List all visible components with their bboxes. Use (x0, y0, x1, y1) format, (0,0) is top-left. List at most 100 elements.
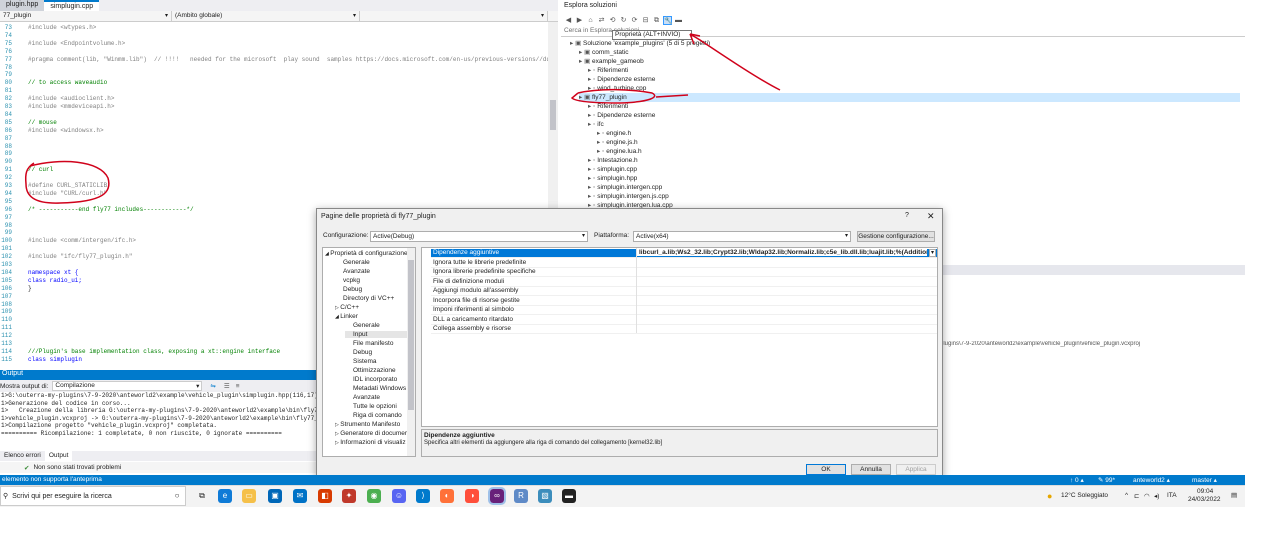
show-all-files-icon[interactable]: ⧉ (652, 16, 661, 25)
dialog-tree-item[interactable]: Ottimizzazione (345, 367, 409, 374)
dialog-tree-item[interactable]: Generale (345, 322, 409, 329)
configuration-manager-button[interactable]: Gestione configurazione... (857, 231, 935, 242)
solution-tree-item[interactable]: ▸ ◦ engine.lua.h (597, 147, 1240, 156)
scope-dropdown[interactable]: (Ambito globale) ▾ (172, 11, 360, 22)
vscode-icon[interactable]: ⟩ (416, 489, 430, 503)
edge-icon[interactable]: e (218, 489, 232, 503)
repo-indicator[interactable]: anteworld2 ▴ (1133, 476, 1170, 484)
property-row[interactable]: DLL a caricamento ritardato (431, 316, 937, 325)
preview-icon[interactable]: ▬ (674, 16, 683, 25)
switch-view-icon[interactable]: ⇄ (597, 16, 606, 25)
clear-icon[interactable]: ☰ (224, 382, 230, 390)
mail-icon[interactable]: ✉ (293, 489, 307, 503)
tab-output[interactable]: Output (44, 451, 73, 461)
solution-tree-item[interactable]: ▸ ◦ simplugin.intergen.js.cpp (588, 192, 1240, 201)
property-row[interactable]: File di definizione moduli (431, 278, 937, 287)
solution-tree-item[interactable]: ▸ ▣ example_gameob (579, 57, 1240, 66)
solution-tree-item[interactable]: ▸ ◦ Riferimenti (588, 102, 1240, 111)
network-icon[interactable]: ⊏ (1134, 492, 1139, 500)
dialog-tree-item[interactable]: Avanzate (345, 394, 409, 401)
taskbar-search-box[interactable]: ⚲ Scrivi qui per eseguire la ricerca (0, 486, 186, 506)
editor-scrollbar-thumb[interactable] (550, 100, 556, 130)
configuration-select[interactable]: Active(Debug) ▾ (370, 231, 588, 242)
member-dropdown[interactable]: ▾ (360, 11, 548, 22)
solution-tree-item[interactable]: ▸ ◦ engine.js.h (597, 138, 1240, 147)
find-icon[interactable]: ⇋ (210, 382, 215, 390)
solution-tree-item[interactable]: ▸ ◦ wind_turbine.cpp (588, 84, 1240, 93)
solution-tree-item[interactable]: ▸ ◦ Dipendenze esterne (588, 75, 1240, 84)
clock-date[interactable]: 24/03/2022 (1188, 496, 1221, 503)
solution-tree-item[interactable]: ▸ ◦ Riferimenti (588, 66, 1240, 75)
language-indicator[interactable]: ITA (1167, 492, 1177, 499)
apply-button[interactable]: Applica (896, 464, 936, 475)
solution-tree-item[interactable]: ▸ ◦ engine.h (597, 129, 1240, 138)
property-row[interactable]: Aggiungi modulo all'assembly (431, 287, 937, 296)
properties-wrench-icon[interactable]: 🔧 (663, 15, 673, 25)
chrome-icon[interactable]: ◉ (367, 489, 381, 503)
dialog-tree-item[interactable]: Riga di comando (345, 412, 409, 419)
home-icon[interactable]: ⌂ (586, 16, 595, 25)
dialog-tree-item[interactable]: Debug (345, 349, 409, 356)
solution-tree-item[interactable]: ▸ ◦ simplugin.cpp (588, 165, 1240, 174)
app-photos-icon[interactable]: ▧ (538, 489, 552, 503)
solution-tree-item[interactable]: ▸ ▣ fly77_plugin (579, 93, 1240, 102)
wrap-icon[interactable]: ≡ (236, 383, 240, 390)
dialog-tree-item[interactable]: vcpkg (335, 277, 409, 284)
solution-tree-item[interactable]: ▸ ◦ simplugin.hpp (588, 174, 1240, 183)
back-icon[interactable]: ◀ (564, 16, 573, 25)
terminal-icon[interactable]: ▬ (562, 489, 576, 503)
category-tree-scrollbar-thumb[interactable] (408, 260, 414, 410)
close-button[interactable]: ✕ (927, 211, 935, 222)
task-view-icon[interactable]: ○ (170, 489, 184, 503)
property-row[interactable]: Ignora librerie predefinite specifiche (431, 268, 937, 277)
notifications-icon[interactable]: ▤ (1231, 491, 1237, 499)
solution-tree-item[interactable]: ▸ ◦ simplugin.intergen.cpp (588, 183, 1240, 192)
dialog-tree-item[interactable]: Generale (335, 259, 409, 266)
project-dropdown[interactable]: 77_plugin ▾ (0, 11, 172, 22)
tab-plugin-hpp[interactable]: plugin.hpp (0, 0, 45, 11)
dialog-tree-item[interactable]: ▷ Strumento Manifesto (335, 421, 409, 428)
firefox-icon[interactable]: ◐ (440, 489, 454, 503)
property-value[interactable]: libcurl_a.lib;Ws2_32.lib;Crypt32.lib;Wld… (637, 249, 927, 256)
collapse-all-icon[interactable]: ⊟ (641, 16, 650, 25)
clock-time[interactable]: 09:04 (1197, 488, 1213, 495)
app-icon[interactable]: ✦ (342, 489, 356, 503)
sync-icon[interactable]: ⟲ (608, 16, 617, 25)
discord-icon[interactable]: ☺ (392, 489, 406, 503)
dialog-tree-item[interactable]: Metadati Windows (345, 385, 409, 392)
output-source-select[interactable]: Compilazione ▾ (52, 381, 203, 391)
dialog-tree-item[interactable]: ▷ Generatore di documer (335, 430, 409, 437)
tab-error-list[interactable]: Elenco errori (0, 451, 45, 461)
wifi-icon[interactable]: ◠ (1144, 492, 1150, 500)
file-explorer-icon[interactable]: ▭ (242, 489, 256, 503)
solution-tree-item[interactable]: ▸ ▣ comm_static (579, 48, 1240, 57)
visual-studio-icon[interactable]: ∞ (488, 487, 506, 505)
dialog-tree-item[interactable]: ◢ Proprietà di configurazione (325, 250, 409, 257)
solution-tree-item[interactable]: ▸ ◦ Intestazione.h (588, 156, 1240, 165)
changes-indicator[interactable]: ✎ 99* (1098, 476, 1115, 484)
property-row[interactable]: Incorpora file di risorse gestite (431, 297, 937, 306)
solution-tree-item[interactable]: ▸ ◦ ifc (588, 120, 1240, 129)
help-button[interactable]: ? (905, 212, 909, 219)
store-icon[interactable]: ▣ (268, 489, 282, 503)
solution-tree-item[interactable]: ▸ ▣ Soluzione 'example_plugins' (5 di 5 … (570, 39, 1240, 48)
dialog-tree-item[interactable]: File manifesto (345, 340, 409, 347)
weather-text[interactable]: 12°C Soleggiato (1061, 492, 1108, 499)
property-row[interactable]: Dipendenze aggiuntive libcurl_a.lib;Ws2_3… (431, 249, 937, 258)
refresh-icon[interactable]: ⟳ (630, 16, 639, 25)
dialog-tree-item[interactable]: Sistema (345, 358, 409, 365)
dialog-tree-item[interactable]: Input (345, 331, 409, 338)
solution-tree-item[interactable]: ▸ ◦ Dipendenze esterne (588, 111, 1240, 120)
pending-changes-icon[interactable]: ↻ (619, 16, 628, 25)
dialog-tree-item[interactable]: IDL incorporato (345, 376, 409, 383)
branch-indicator[interactable]: master ▴ (1192, 476, 1217, 484)
platform-select[interactable]: Active(x64) ▾ (633, 231, 851, 242)
chevron-down-icon[interactable]: ▾ (929, 249, 936, 257)
office-icon[interactable]: ◧ (318, 489, 332, 503)
commits-indicator[interactable]: ↑ 0 ▴ (1070, 476, 1084, 484)
widgets-icon[interactable]: ⧉ (195, 489, 209, 503)
firefox-dev-icon[interactable]: ◑ (465, 489, 479, 503)
app-r-icon[interactable]: R (514, 489, 528, 503)
forward-icon[interactable]: ▶ (575, 16, 584, 25)
dialog-tree-item[interactable]: Debug (335, 286, 409, 293)
